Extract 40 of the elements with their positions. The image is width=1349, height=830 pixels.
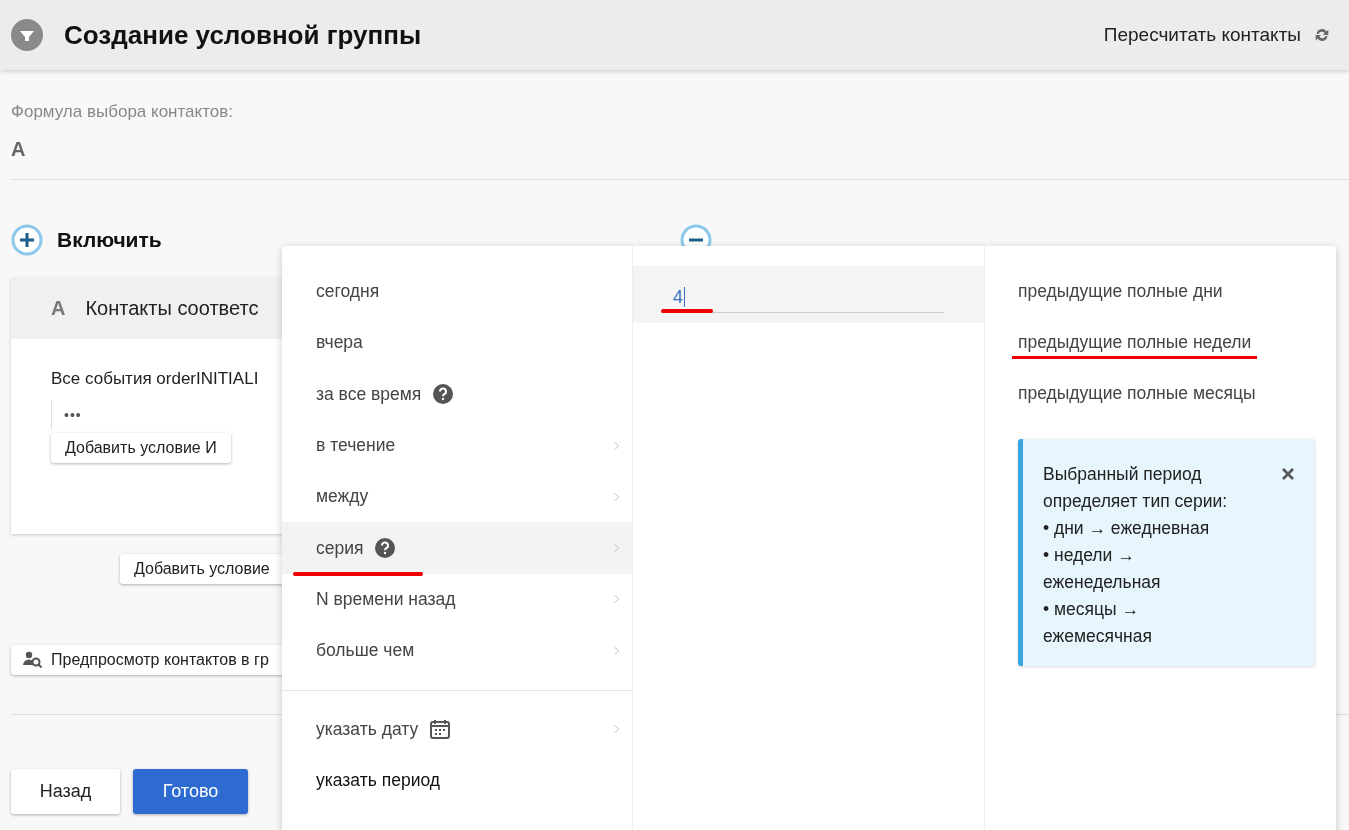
- info-text: Выбранный период определяет тип серии: • дни → ежедневная • недели → еженедельная • месяцы → ежемесячная: [1043, 463, 1229, 648]
- unit-option[interactable]: предыдущие полные недели: [1012, 332, 1258, 359]
- period-option[interactable]: N времени назад: [282, 573, 632, 626]
- unit-option[interactable]: предыдущие полные месяцы: [1012, 383, 1262, 410]
- chevron-right-icon: [614, 594, 620, 605]
- event-text: Все события orderINITIALI: [51, 369, 260, 389]
- period-option[interactable]: вчера: [282, 317, 632, 369]
- period-option[interactable]: за все время: [282, 368, 632, 420]
- unit-option[interactable]: предыдущие полные дни: [1012, 281, 1229, 308]
- add-and-condition-button[interactable]: Добавить условие И: [51, 433, 231, 463]
- done-button[interactable]: Готово: [133, 769, 248, 814]
- period-option[interactable]: серия: [282, 522, 632, 574]
- formula-label: Формула выбора контактов:: [11, 102, 234, 122]
- condition-letter: A: [51, 297, 66, 320]
- period-option[interactable]: указать период: [282, 754, 632, 806]
- section-title: Включить: [57, 228, 162, 252]
- recount-button[interactable]: Пересчитать контакты: [1103, 24, 1301, 46]
- chevron-right-icon: [614, 543, 620, 554]
- chevron-right-icon: [614, 645, 620, 656]
- help-icon[interactable]: [375, 538, 396, 559]
- calendar-icon[interactable]: [430, 719, 451, 739]
- page-title: Создание условной группы: [64, 19, 422, 51]
- formula-value: A: [11, 138, 27, 161]
- help-icon[interactable]: [433, 384, 454, 405]
- period-option[interactable]: сегодня: [282, 266, 632, 318]
- plus-circle-icon[interactable]: [11, 224, 43, 256]
- period-option[interactable]: между: [282, 471, 632, 523]
- refresh-icon[interactable]: [1313, 26, 1331, 44]
- chevron-right-icon: [614, 491, 620, 502]
- chevron-right-icon: [614, 724, 620, 734]
- condition-title: Контакты соответс: [85, 297, 259, 320]
- more-dots[interactable]: •••: [64, 407, 82, 423]
- funnel-icon: [11, 19, 43, 51]
- close-icon[interactable]: [1281, 467, 1295, 481]
- chevron-right-icon: [614, 440, 620, 451]
- add-condition-button[interactable]: Добавить условие: [120, 554, 284, 584]
- back-button[interactable]: Назад: [11, 769, 120, 814]
- period-option[interactable]: указать дату: [282, 703, 632, 755]
- period-option[interactable]: в течение: [282, 419, 632, 472]
- user-search-icon: [23, 651, 43, 669]
